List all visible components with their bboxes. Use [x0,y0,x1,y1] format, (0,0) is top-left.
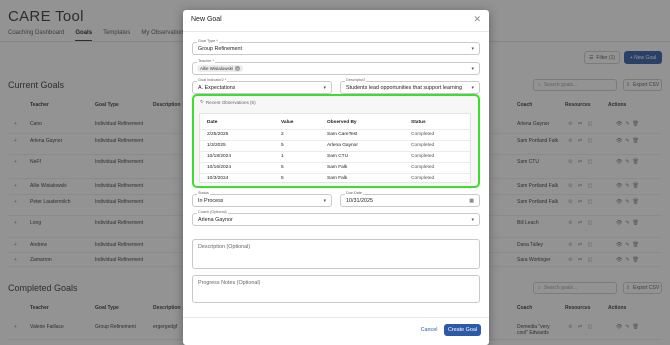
observation-row[interactable]: 1/3/2025 5 Arlena Gaynor Completed [200,140,470,151]
obs-status: Completed [411,132,435,137]
recent-observations-panel: ↻ Recent Observations (5) Date Value Obs… [192,94,480,188]
chevron-down-icon: ▾ [471,66,474,72]
chevron-down-icon: ▾ [471,46,474,52]
col-status: Status [411,120,426,125]
close-icon[interactable]: ✕ [473,14,481,25]
descriptor-select[interactable]: Descriptor2 Students lead opportunities … [340,78,480,94]
status-value: In Process [198,198,224,204]
new-goal-modal: New Goal ✕ Goal Type * Group Refinement … [183,10,489,345]
chevron-down-icon: ▾ [471,85,474,91]
obs-status: Completed [411,154,435,159]
obs-observed-by: Sam Falk [327,165,348,170]
progress-notes-textarea[interactable]: Progress Notes (Optional) [192,275,480,303]
goal-indicator-select[interactable]: Goal Indicator2 * A. Expectations ▾ [192,78,332,94]
status-select[interactable]: Status In Process ▾ [192,191,332,207]
descriptor-label: Descriptor2 [345,78,367,82]
history-icon: ↻ [200,99,204,104]
obs-date: 10/3/2024 [207,176,229,181]
observation-row[interactable]: 10/16/2024 5 Sam Falk Completed [200,162,470,173]
modal-title: New Goal [191,16,222,23]
teacher-chip-label: Allie Wisialowski [200,66,234,71]
obs-observed-by: Arlena Gaynor [327,143,358,148]
teacher-label: Teacher * [197,59,216,63]
obs-value: 5 [281,143,284,148]
observation-row[interactable]: 10/18/2024 1 Sam CTU Completed [200,151,470,162]
obs-status: Completed [411,176,435,181]
observation-row[interactable]: 2/25/2025 2 Sam CareTest Completed [200,129,470,140]
obs-observed-by: Sam CareTest [327,132,358,137]
coach-label: Coach (Optional) [197,210,228,214]
chevron-down-icon: ▾ [471,217,474,223]
obs-value: 5 [281,165,284,170]
observations-header: Date Value Observed By Status [200,118,470,127]
obs-date: 10/16/2024 [207,165,232,170]
create-goal-button[interactable]: Create Goal [444,324,481,336]
description-placeholder: Description (Optional) [198,244,251,250]
teacher-select[interactable]: Teacher * Allie Wisialowski × ▾ [192,59,480,75]
coach-select[interactable]: Coach (Optional) Arlena Gaynor ▾ [192,210,480,226]
modal-footer-divider [183,317,489,318]
obs-date: 1/3/2025 [207,143,226,148]
obs-date: 10/18/2024 [207,154,232,159]
description-textarea[interactable]: Description (Optional) [192,239,480,269]
calendar-icon[interactable]: ▦ [469,198,474,204]
due-date-field[interactable]: Due Date 10/31/2025 ▦ [340,191,480,207]
due-date-label: Due Date [345,191,364,195]
teacher-chip: Allie Wisialowski × [197,65,244,72]
cancel-button[interactable]: Cancel [415,324,443,336]
observation-row[interactable]: 10/3/2024 5 Sam Falk Completed [200,173,470,184]
observations-table: Date Value Observed By Status 2/25/2025 2… [199,113,471,183]
recent-observations-title: ↻ Recent Observations (5) [200,99,256,105]
goal-type-select[interactable]: Goal Type * Group Refinement ▾ [192,39,480,55]
col-value: Value [281,120,294,125]
obs-value: 1 [281,154,284,159]
descriptor-value: Students lead opportunities that support… [346,85,462,91]
chevron-down-icon: ▾ [323,198,326,204]
goal-indicator-label: Goal Indicator2 * [197,78,228,82]
obs-observed-by: Sam Falk [327,176,348,181]
due-date-value: 10/31/2025 [346,198,373,204]
coach-value: Arlena Gaynor [198,217,233,223]
modal-header-divider [183,31,489,32]
status-label: Status [197,191,210,195]
recent-observations-label: Recent Observations (5) [205,99,256,105]
col-date: Date [207,120,218,125]
goal-type-value: Group Refinement [198,46,243,52]
obs-date: 2/25/2025 [207,132,229,137]
obs-value: 2 [281,132,284,137]
chip-remove-icon[interactable]: × [235,66,241,71]
obs-status: Completed [411,143,435,148]
goal-indicator-value: A. Expectations [198,85,236,91]
obs-observed-by: Sam CTU [327,154,349,159]
obs-value: 5 [281,176,284,181]
goal-type-label: Goal Type * [197,39,219,43]
obs-status: Completed [411,165,435,170]
progress-notes-placeholder: Progress Notes (Optional) [198,280,261,286]
chevron-down-icon: ▾ [323,85,326,91]
col-observed-by: Observed By [327,120,357,125]
